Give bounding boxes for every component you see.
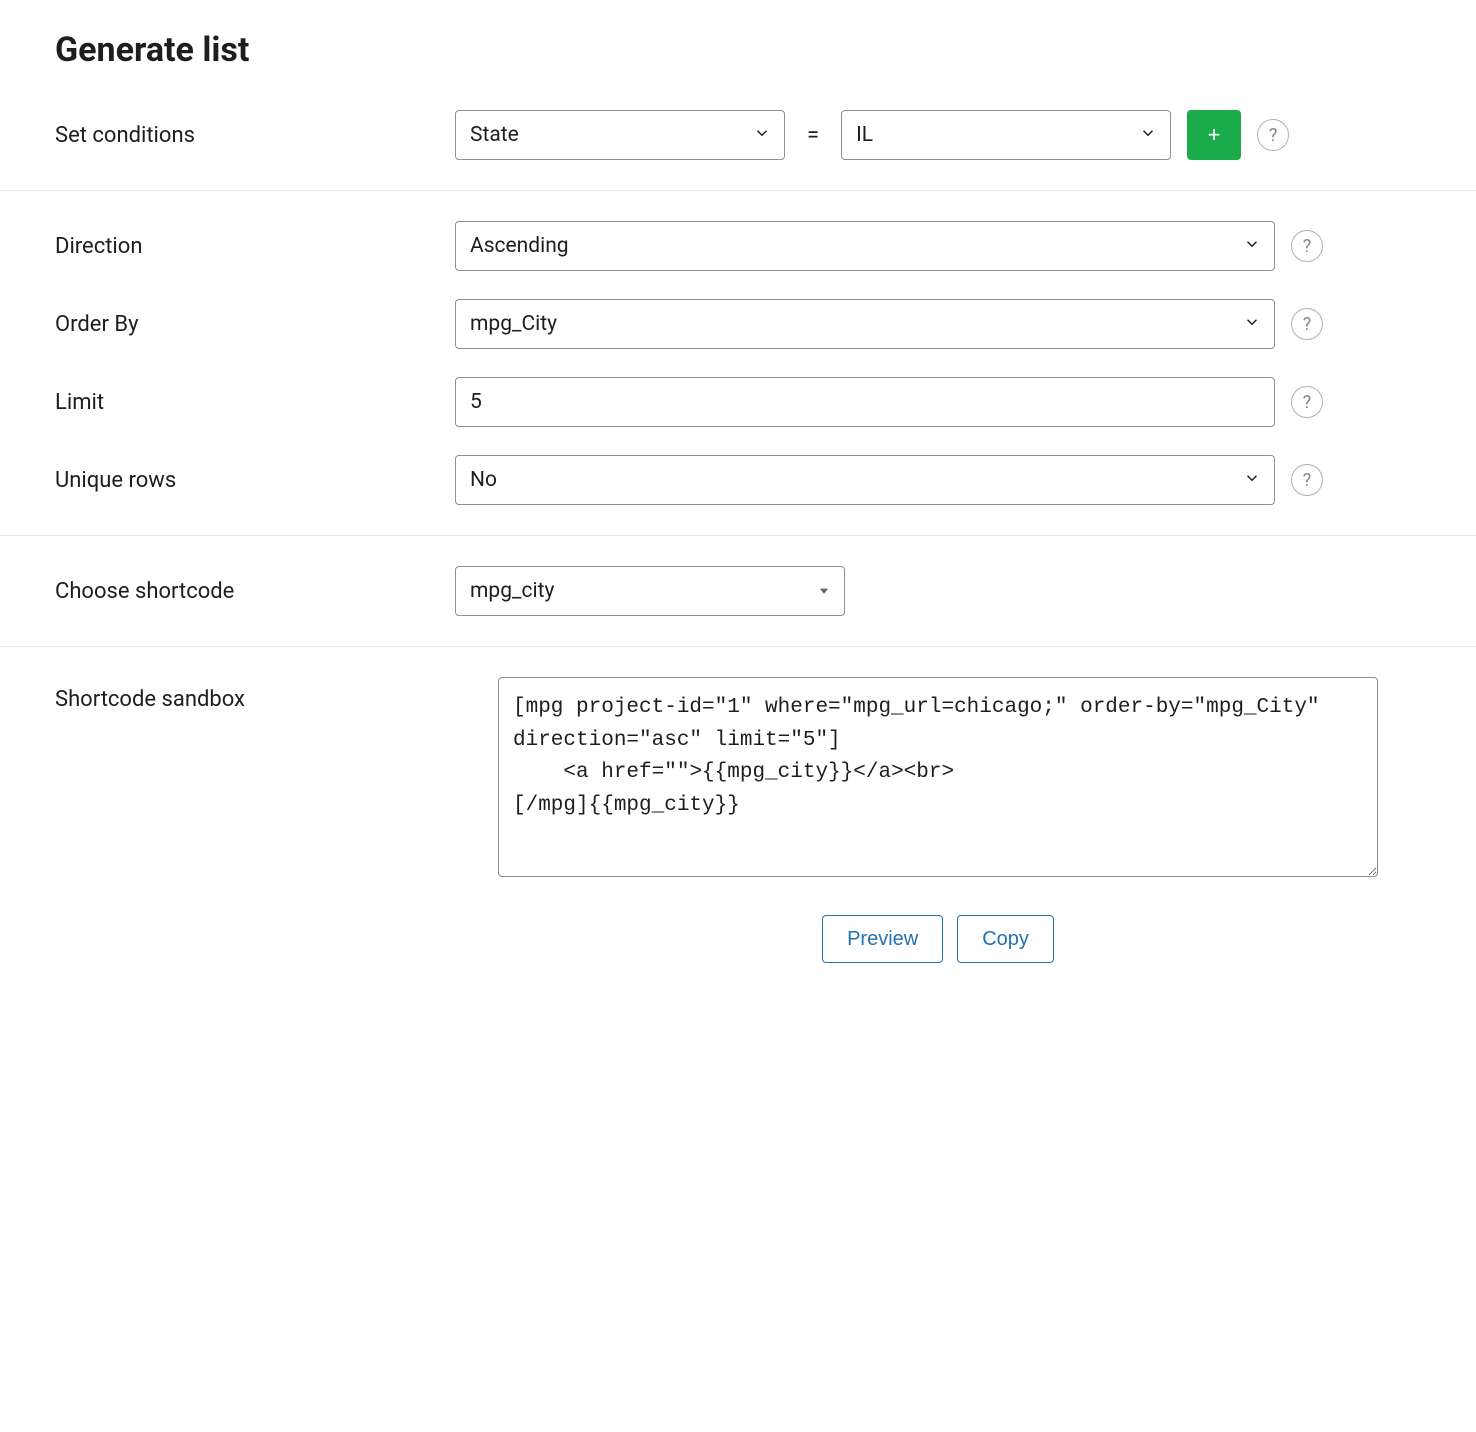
limit-input[interactable]: [455, 377, 1275, 427]
help-icon[interactable]: ?: [1257, 119, 1289, 151]
help-icon[interactable]: ?: [1291, 308, 1323, 340]
sandbox-textarea[interactable]: [498, 677, 1378, 877]
label-unique-rows: Unique rows: [55, 468, 455, 493]
label-sandbox: Shortcode sandbox: [55, 677, 455, 712]
section-shortcode: Choose shortcode mpg_city: [0, 536, 1476, 647]
shortcode-select[interactable]: mpg_city: [455, 566, 845, 616]
row-direction: Direction Ascending ?: [55, 221, 1421, 271]
generate-list-panel: Generate list Set conditions State = IL: [0, 0, 1476, 993]
row-limit: Limit ?: [55, 377, 1421, 427]
label-limit: Limit: [55, 390, 455, 415]
plus-icon: +: [1208, 122, 1221, 148]
order-by-select[interactable]: mpg_City: [455, 299, 1275, 349]
condition-value-select[interactable]: IL: [841, 110, 1171, 160]
row-set-conditions: Set conditions State = IL: [55, 110, 1421, 160]
page-title: Generate list: [55, 30, 1421, 70]
section-sandbox: Shortcode sandbox Preview Copy: [0, 647, 1476, 993]
help-icon[interactable]: ?: [1291, 230, 1323, 262]
section-conditions: Generate list Set conditions State = IL: [0, 0, 1476, 191]
row-choose-shortcode: Choose shortcode mpg_city: [55, 566, 1421, 616]
section-sorting: Direction Ascending ? Order By mpg_: [0, 191, 1476, 536]
label-direction: Direction: [55, 234, 455, 259]
row-order-by: Order By mpg_City ?: [55, 299, 1421, 349]
condition-field-select[interactable]: State: [455, 110, 785, 160]
condition-operator: =: [801, 123, 825, 148]
direction-select[interactable]: Ascending: [455, 221, 1275, 271]
label-set-conditions: Set conditions: [55, 123, 455, 148]
help-icon[interactable]: ?: [1291, 386, 1323, 418]
label-choose-shortcode: Choose shortcode: [55, 579, 455, 604]
unique-rows-select[interactable]: No: [455, 455, 1275, 505]
controls-set-conditions: State = IL + ?: [455, 110, 1421, 160]
sandbox-buttons: Preview Copy: [822, 915, 1054, 963]
row-unique-rows: Unique rows No ?: [55, 455, 1421, 505]
help-icon[interactable]: ?: [1291, 464, 1323, 496]
label-order-by: Order By: [55, 312, 455, 337]
copy-button[interactable]: Copy: [957, 915, 1054, 963]
preview-button[interactable]: Preview: [822, 915, 943, 963]
row-sandbox: Shortcode sandbox Preview Copy: [55, 677, 1421, 963]
add-condition-button[interactable]: +: [1187, 110, 1241, 160]
